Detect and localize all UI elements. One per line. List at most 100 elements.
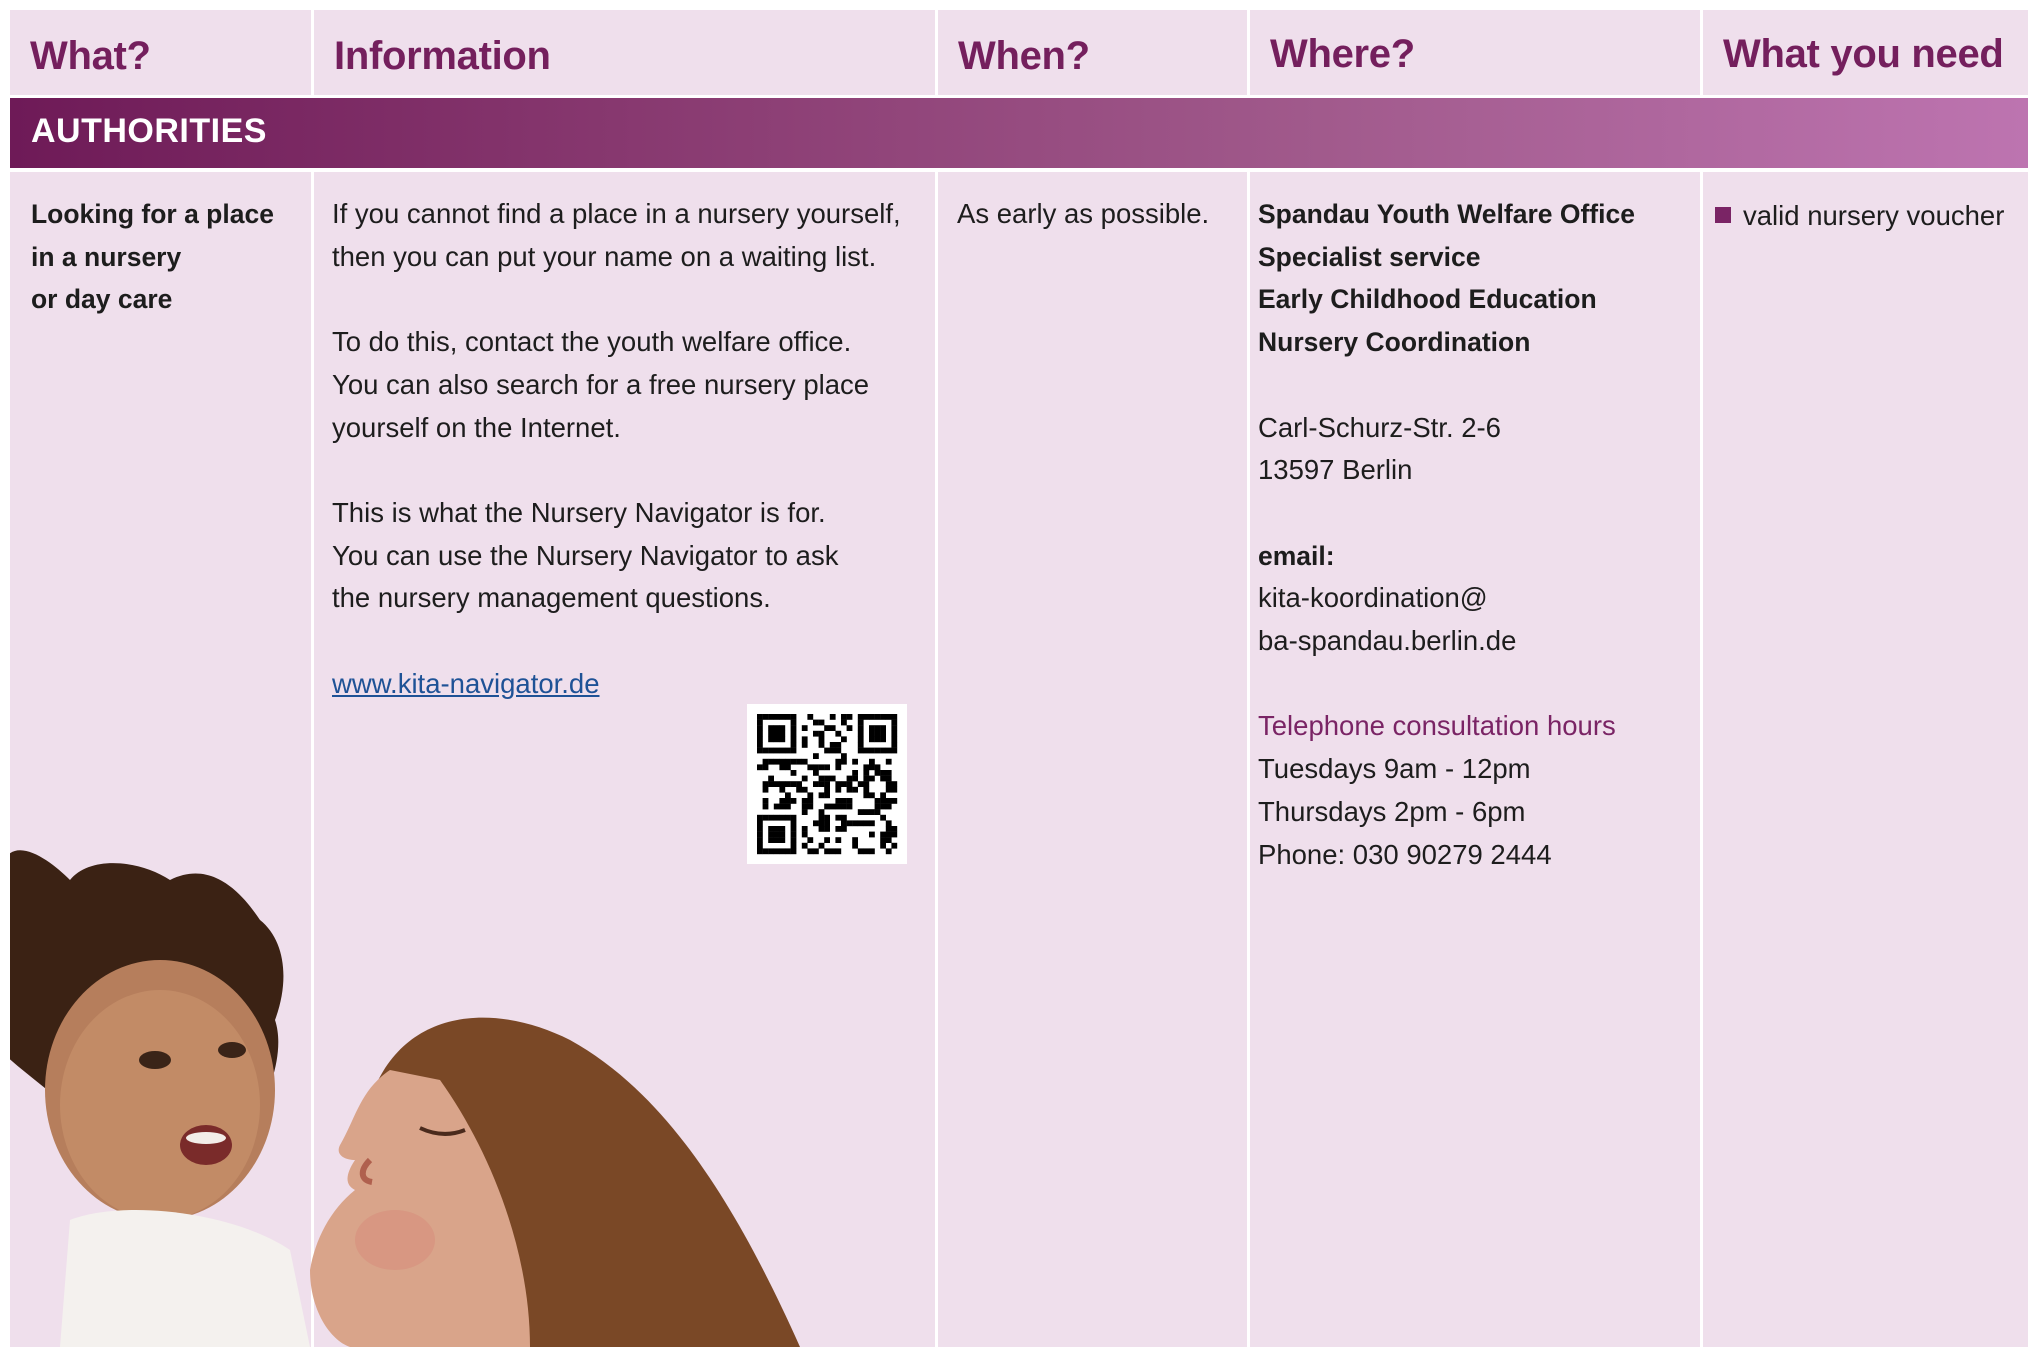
qr-module [852, 837, 858, 843]
qr-module [835, 781, 842, 787]
address-line: 13597 Berlin [1258, 454, 1413, 486]
need-item: valid nursery voucher [1715, 195, 2004, 238]
email-line[interactable]: kita-koordination@ [1258, 577, 1635, 620]
qr-module [863, 809, 870, 815]
qr-module [835, 803, 842, 810]
qr-module [874, 803, 881, 810]
qr-module [846, 714, 853, 720]
qr-module [824, 792, 830, 799]
qr-module [880, 730, 886, 737]
phone-line: Phone: 030 90279 2444 [1258, 838, 1552, 870]
qr-module [813, 848, 819, 855]
qr-module [869, 775, 875, 782]
qr-module [857, 742, 864, 748]
qr-module [869, 820, 875, 827]
qr-module [885, 798, 892, 804]
qr-module [880, 803, 886, 810]
header-where: Where? [1270, 32, 1415, 76]
qr-module [835, 742, 842, 748]
qr-module [880, 814, 886, 821]
qr-module [885, 826, 892, 832]
qr-module [869, 730, 875, 737]
qr-module [835, 747, 842, 754]
qr-module [835, 798, 842, 804]
qr-module [885, 775, 892, 782]
qr-module [813, 770, 819, 776]
qr-module [813, 730, 819, 737]
header-where-cell: Where? [1250, 10, 1700, 95]
qr-module [863, 781, 870, 787]
qr-module [863, 747, 870, 754]
qr-module [841, 814, 847, 821]
qr-module [846, 786, 853, 793]
qr-module [841, 820, 847, 827]
qr-module [829, 725, 836, 731]
qr-module [818, 792, 825, 799]
qr-module [829, 848, 836, 855]
qr-module [824, 837, 830, 843]
qr-module [885, 758, 892, 765]
qr-module [846, 781, 853, 787]
qr-module [818, 820, 825, 827]
qr-module [891, 831, 898, 838]
qr-module [857, 719, 864, 726]
qr-module [891, 736, 898, 743]
hours-line: Thursdays 2pm - 6pm [1258, 795, 1526, 827]
qr-module [818, 775, 825, 782]
qr-module [818, 826, 825, 832]
qr-module [869, 809, 875, 815]
qr-module [863, 770, 870, 776]
email-label: email: [1258, 540, 1335, 571]
qr-module [891, 725, 898, 731]
qr-module [841, 803, 847, 810]
qr-module [880, 775, 886, 782]
qr-module [885, 714, 892, 720]
qr-module [813, 764, 819, 771]
qr-module [880, 798, 886, 804]
qr-module [852, 842, 858, 849]
qr-module [818, 764, 825, 771]
qr-module [852, 786, 858, 793]
qr-module [891, 781, 898, 787]
qr-module [829, 714, 836, 720]
qr-module [857, 725, 864, 731]
header-need: What you need [1723, 32, 2004, 76]
qr-module [841, 753, 847, 759]
qr-module [818, 781, 825, 787]
qr-module [880, 837, 886, 843]
qr-module [835, 826, 842, 832]
qr-module [829, 742, 836, 748]
qr-module [863, 848, 870, 855]
email-line[interactable]: ba-spandau.berlin.de [1258, 620, 1635, 663]
qr-module [813, 753, 819, 759]
qr-module [835, 837, 842, 843]
qr-module [841, 781, 847, 787]
header-when: When? [958, 34, 1090, 78]
header-need-cell: What you need [1703, 10, 2028, 95]
qr-module [874, 725, 881, 731]
qr-module [835, 730, 842, 737]
qr-module [846, 775, 853, 782]
where-heading-line: Nursery Coordination [1258, 327, 1531, 358]
qr-module [818, 719, 825, 726]
qr-module [891, 714, 898, 720]
qr-module [863, 714, 870, 720]
qr-module [824, 747, 830, 754]
qr-module [824, 820, 830, 827]
qr-module [863, 820, 870, 827]
where-heading-line: Specialist service [1258, 241, 1481, 272]
qr-module [891, 747, 898, 754]
qr-module [874, 736, 881, 743]
qr-module [885, 820, 892, 827]
qr-module [824, 803, 830, 810]
qr-module [863, 775, 870, 782]
qr-module [891, 730, 898, 737]
qr-module [874, 798, 881, 804]
qr-module [874, 809, 881, 815]
qr-module [841, 798, 847, 804]
header-when-cell: When? [938, 10, 1247, 95]
qr-module [880, 714, 886, 720]
qr-module [852, 775, 858, 782]
qr-module [818, 736, 825, 743]
qr-module [824, 781, 830, 787]
